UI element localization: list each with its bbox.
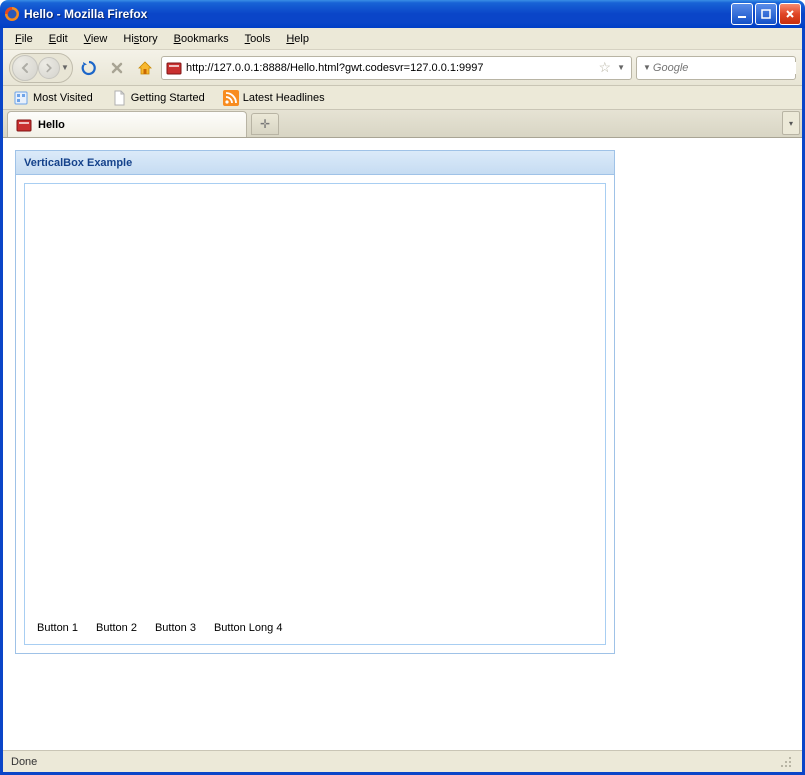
window-titlebar: Hello - Mozilla Firefox (0, 0, 805, 28)
search-box[interactable]: ▼ (636, 56, 796, 80)
panel-inner: Button 1 Button 2 Button 3 Button Long 4 (24, 183, 606, 645)
history-dropdown-icon[interactable]: ▼ (60, 63, 70, 72)
site-favicon (166, 60, 182, 76)
bookmark-getting-started[interactable]: Getting Started (107, 88, 209, 108)
stop-button[interactable] (105, 56, 129, 80)
menu-tools[interactable]: Tools (237, 31, 279, 47)
close-button[interactable] (779, 3, 801, 25)
back-button[interactable] (12, 55, 38, 81)
bookmarks-toolbar: Most Visited Getting Started Latest Head… (3, 86, 802, 110)
verticalbox-panel: VerticalBox Example Button 1 Button 2 Bu… (15, 150, 615, 654)
menu-bar: File Edit View History Bookmarks Tools H… (3, 28, 802, 50)
page-content: VerticalBox Example Button 1 Button 2 Bu… (3, 138, 802, 750)
maximize-button[interactable] (755, 3, 777, 25)
back-forward-group: ▼ (9, 53, 73, 83)
firefox-icon (4, 6, 20, 22)
new-tab-button[interactable]: ✛ (251, 113, 279, 135)
reload-button[interactable] (77, 56, 101, 80)
navigation-toolbar: ▼ ☆ ▼ ▼ (3, 50, 802, 86)
button-long-4[interactable]: Button Long 4 (214, 622, 283, 634)
tab-list-button[interactable]: ▾ (782, 111, 800, 135)
bookmark-star-icon[interactable]: ☆ (599, 59, 612, 76)
status-bar: Done (3, 750, 802, 772)
minimize-button[interactable] (731, 3, 753, 25)
search-input[interactable] (653, 62, 796, 74)
tab-title: Hello (38, 119, 65, 131)
button-2[interactable]: Button 2 (96, 622, 137, 634)
bookmark-label: Getting Started (131, 92, 205, 104)
bookmark-label: Most Visited (33, 92, 93, 104)
menu-history[interactable]: History (115, 31, 165, 47)
tab-favicon (16, 117, 32, 133)
button-1[interactable]: Button 1 (37, 622, 78, 634)
menu-file[interactable]: File (7, 31, 41, 47)
menu-bookmarks[interactable]: Bookmarks (166, 31, 237, 47)
bookmark-label: Latest Headlines (243, 92, 325, 104)
plus-icon: ✛ (260, 117, 270, 131)
menu-view[interactable]: View (76, 31, 116, 47)
url-dropdown-icon[interactable]: ▼ (615, 63, 627, 72)
url-input[interactable] (186, 62, 595, 74)
panel-header: VerticalBox Example (16, 151, 614, 175)
forward-button[interactable] (38, 57, 60, 79)
bookmark-most-visited[interactable]: Most Visited (9, 88, 97, 108)
menu-help[interactable]: Help (278, 31, 317, 47)
window-title: Hello - Mozilla Firefox (24, 7, 731, 21)
page-icon (111, 90, 127, 106)
button-3[interactable]: Button 3 (155, 622, 196, 634)
button-row: Button 1 Button 2 Button 3 Button Long 4 (31, 618, 599, 638)
search-engine-dropdown-icon[interactable]: ▼ (643, 63, 651, 72)
most-visited-icon (13, 90, 29, 106)
home-button[interactable] (133, 56, 157, 80)
resize-grip-icon[interactable] (778, 754, 794, 770)
url-bar[interactable]: ☆ ▼ (161, 56, 632, 80)
menu-edit[interactable]: Edit (41, 31, 76, 47)
tab-strip: Hello ✛ ▾ (3, 110, 802, 138)
status-text: Done (11, 756, 37, 768)
rss-icon (223, 90, 239, 106)
panel-body: Button 1 Button 2 Button 3 Button Long 4 (16, 175, 614, 653)
tab-active[interactable]: Hello (7, 111, 247, 137)
bookmark-latest-headlines[interactable]: Latest Headlines (219, 88, 329, 108)
